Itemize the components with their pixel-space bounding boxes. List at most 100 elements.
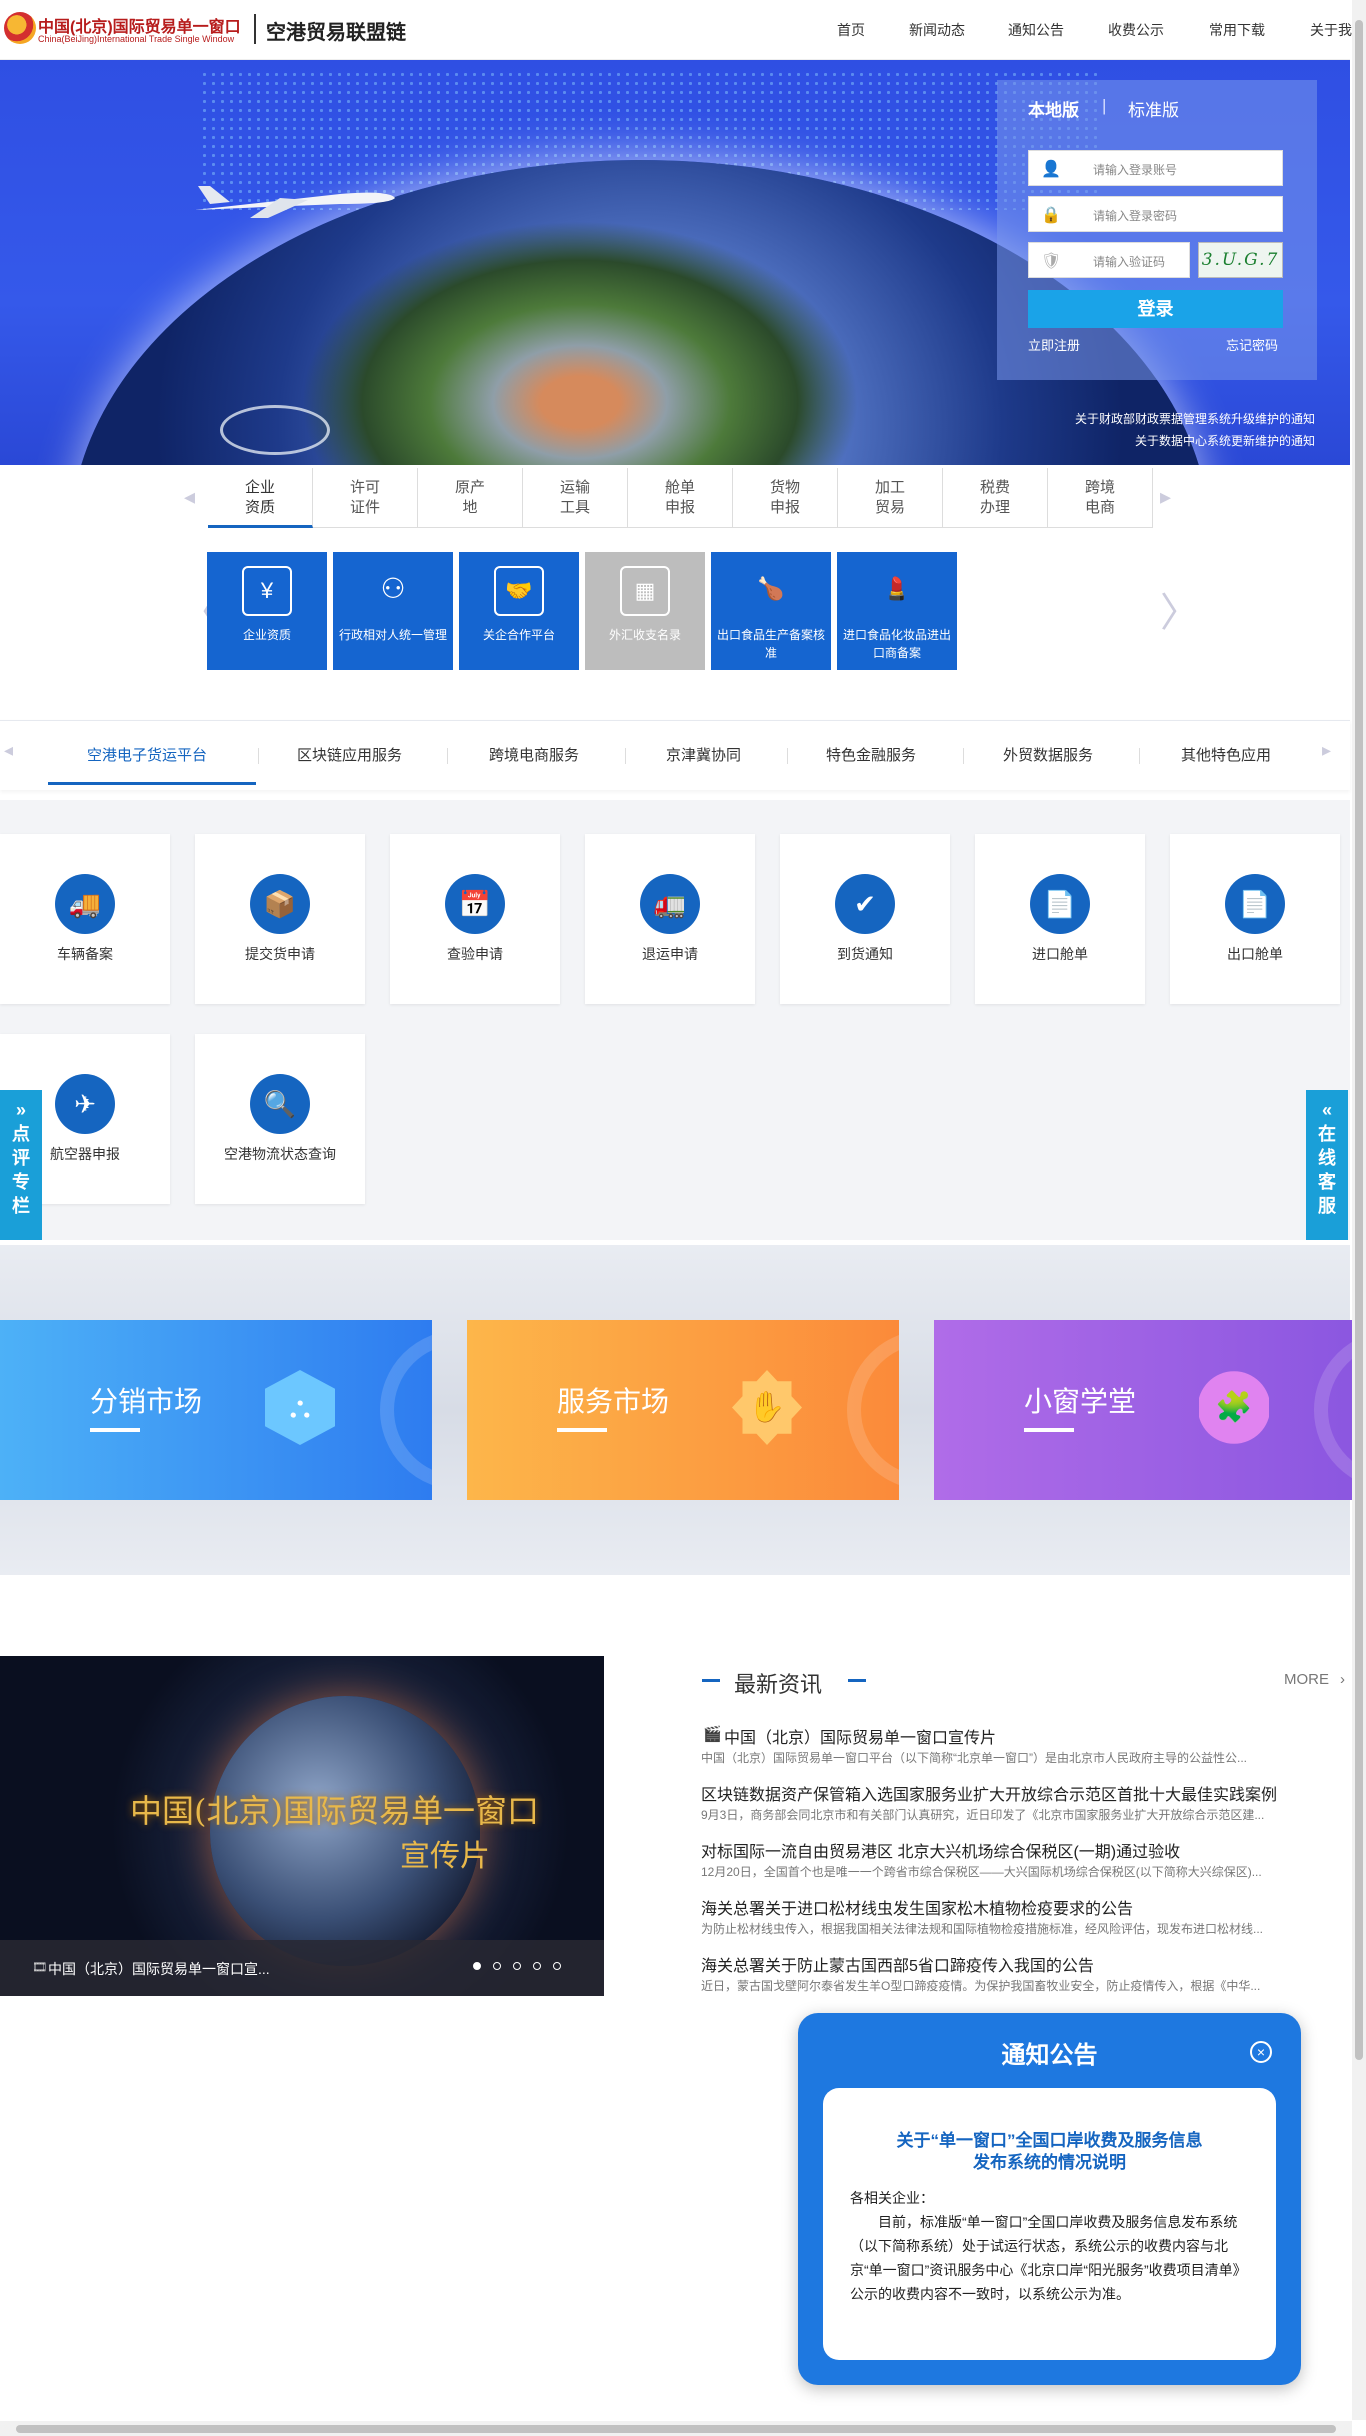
carousel-dot-4[interactable] [533, 1962, 541, 1970]
feature-card-return[interactable]: 🚛 退运申请 [585, 834, 755, 1004]
feature-card-submit-cargo[interactable]: 📦 提交货申请 [195, 834, 365, 1004]
nav-fees[interactable]: 收费公示 [1108, 20, 1164, 40]
carousel-dot-3[interactable] [513, 1962, 521, 1970]
market-card-underline [90, 1428, 140, 1432]
market-card-title: 服务市场 [557, 1386, 670, 1417]
category-prev-arrow-icon[interactable]: ◂ [184, 484, 195, 510]
market-card-underline [557, 1428, 607, 1432]
service-card-forex-directory[interactable]: ▦ 外汇收支名录 [585, 552, 705, 670]
platform-tab-blockchain[interactable]: 区块链应用服务 [297, 744, 402, 765]
platform-prev-arrow-icon[interactable]: ◂ [4, 740, 13, 761]
feature-card-vehicle-filing[interactable]: 🚚 车辆备案 [0, 834, 170, 1004]
register-link[interactable]: 立即注册 [1028, 335, 1080, 354]
platform-tab-trade-data[interactable]: 外贸数据服务 [1003, 744, 1093, 765]
chevron-right-icon[interactable]: › [1340, 1671, 1345, 1688]
logo-icon[interactable] [4, 12, 36, 44]
news-title[interactable]: 海关总署关于防止蒙古国西部5省口蹄疫传入我国的公告 [701, 1952, 1351, 1976]
tab-cross-border-ecommerce[interactable]: 跨境 电商 [1048, 468, 1153, 528]
chart-icon: ▦ [620, 566, 670, 616]
feature-card-inspection[interactable]: 📅 查验申请 [390, 834, 560, 1004]
service-card-enterprise-qualification[interactable]: ¥ 企业资质 [207, 552, 327, 670]
login-panel: 本地版 | 标准版 👤 请输入登录账号 🔒 请输入登录密码 🛡 请输入验证码 3… [997, 80, 1317, 380]
service-card-cosmetics-filing[interactable]: 💄 进口食品化妆品进出口商备案 [837, 552, 957, 670]
carousel-dot-1[interactable] [473, 1962, 481, 1970]
scrollbar-thumb[interactable] [16, 2425, 1336, 2433]
tab-manifest[interactable]: 舱单 申报 [628, 468, 733, 528]
feature-card-import-manifest[interactable]: 📄 进口舱单 [975, 834, 1145, 1004]
service-card-label: 企业资质 [242, 628, 291, 642]
platform-tab-other[interactable]: 其他特色应用 [1181, 744, 1271, 765]
market-card-title: 小窗学堂 [1024, 1386, 1137, 1417]
news-title[interactable]: 区块链数据资产保管箱入选国家服务业扩大开放综合示范区首批十大最佳实践案例 [701, 1781, 1351, 1805]
service-card-export-food-filing[interactable]: 🍗 出口食品生产备案核准 [711, 552, 831, 670]
calendar-icon: 📅 [445, 874, 505, 934]
tab-label: 申报 [769, 499, 800, 516]
platform-tab-ecommerce[interactable]: 跨境电商服务 [489, 744, 579, 765]
tab-enterprise-qualification[interactable]: 企业 资质 [208, 468, 313, 528]
handshake-icon: ✋ [732, 1370, 802, 1445]
captcha-field[interactable]: 🛡 请输入验证码 [1028, 242, 1190, 278]
service-next-arrow-icon[interactable]: 〉 [1160, 580, 1200, 638]
market-card-services[interactable]: 服务市场 ✋ [467, 1320, 899, 1500]
side-online-service[interactable]: « 在线客服 [1306, 1090, 1348, 1240]
tab-license[interactable]: 许可 证件 [313, 468, 418, 528]
market-card-academy[interactable]: 小窗学堂 🧩 [934, 1320, 1366, 1500]
video-subtitle-overlay: 宣传片 [400, 1839, 490, 1874]
tab-processing-trade[interactable]: 加工 贸易 [838, 468, 943, 528]
forgot-password-link[interactable]: 忘记密码 [1226, 335, 1278, 354]
carousel-dot-2[interactable] [493, 1962, 501, 1970]
tab-label: 跨境 [1084, 479, 1115, 496]
airplane-icon [195, 186, 395, 218]
nav-downloads[interactable]: 常用下载 [1209, 20, 1265, 40]
news-title[interactable]: 海关总署关于进口松材线虫发生国家松木植物检疫要求的公告 [701, 1895, 1351, 1919]
video-caption[interactable]: 中国（北京）国际贸易单一窗口宣... [48, 1959, 270, 1979]
tab-divider [963, 748, 964, 764]
feature-card-export-manifest[interactable]: 📄 出口舱单 [1170, 834, 1340, 1004]
platform-next-arrow-icon[interactable]: ▸ [1322, 740, 1331, 761]
platform-tab-cargo[interactable]: 空港电子货运平台 [87, 744, 207, 765]
banner-notice-1[interactable]: 关于财政部财政票据管理系统升级维护的通知 [1075, 410, 1315, 427]
news-more-link[interactable]: MORE [1284, 1671, 1329, 1688]
login-button[interactable]: 登录 [1028, 290, 1283, 328]
video-title-overlay: 中国(北京)国际贸易单一窗口 [130, 1792, 539, 1830]
feature-card-logistics-query[interactable]: 🔍 空港物流状态查询 [195, 1034, 365, 1204]
tab-transport[interactable]: 运输 工具 [523, 468, 628, 528]
vertical-scrollbar[interactable] [1352, 0, 1366, 2420]
market-card-distribution[interactable]: 分销市场 ⛬ [0, 1320, 432, 1500]
news-title[interactable]: 中国（北京）国际贸易单一窗口宣传片 [724, 1724, 1366, 1748]
password-field[interactable]: 🔒 请输入登录密码 [1028, 196, 1283, 232]
tab-taxes[interactable]: 税费 办理 [943, 468, 1048, 528]
captcha-image[interactable]: 3.U.G.7 [1198, 242, 1283, 278]
nav-news[interactable]: 新闻动态 [909, 20, 965, 40]
news-title[interactable]: 对标国际一流自由贸易港区 北京大兴机场综合保税区(一期)通过验收 [701, 1838, 1351, 1862]
tab-origin[interactable]: 原产地 [418, 468, 523, 528]
banner-notice-2[interactable]: 关于数据中心系统更新维护的通知 [1135, 432, 1315, 449]
category-next-arrow-icon[interactable]: ▸ [1160, 484, 1171, 510]
tab-local-version[interactable]: 本地版 [1028, 96, 1079, 121]
horizontal-scrollbar[interactable] [0, 2421, 1352, 2436]
nav-home[interactable]: 首页 [837, 20, 865, 40]
platform-tab-jingjinji[interactable]: 京津冀协同 [666, 744, 741, 765]
feature-card-label: 出口舱单 [1227, 946, 1283, 962]
side-review-column[interactable]: » 点评专栏 [0, 1090, 42, 1240]
service-card-label: 外汇收支名录 [608, 628, 681, 642]
tab-standard-version[interactable]: 标准版 [1128, 96, 1179, 121]
nav-notice[interactable]: 通知公告 [1008, 20, 1064, 40]
scrollbar-thumb[interactable] [1355, 20, 1363, 2060]
notice-popup: 通知公告 × 关于“单一窗口”全国口岸收费及服务信息 发布系统的情况说明 各相关… [798, 2013, 1301, 2385]
service-card-customs-cooperation[interactable]: 🤝 关企合作平台 [459, 552, 579, 670]
news-summary: 中国（北京）国际贸易单一窗口平台（以下简称“北京单一窗口”）是由北京市人民政府主… [701, 1751, 1247, 1765]
feature-card-arrival[interactable]: ✔ 到货通知 [780, 834, 950, 1004]
platform-tab-finance[interactable]: 特色金融服务 [826, 744, 916, 765]
news-heading: 最新资讯 [734, 1672, 823, 1697]
service-card-label: 关企合作平台 [482, 628, 555, 642]
feature-card-label: 空港物流状态查询 [224, 1146, 336, 1162]
tab-goods-declaration[interactable]: 货物 申报 [733, 468, 838, 528]
service-card-admin-management[interactable]: ⚇ 行政相对人统一管理 [333, 552, 453, 670]
side-review-label: 点评专栏 [12, 1124, 30, 1216]
export-manifest-icon: 📄 [1225, 874, 1285, 934]
nav-about[interactable]: 关于我 [1310, 20, 1352, 40]
account-field[interactable]: 👤 请输入登录账号 [1028, 150, 1283, 186]
close-icon[interactable]: × [1250, 2041, 1272, 2063]
carousel-dot-5[interactable] [553, 1962, 561, 1970]
